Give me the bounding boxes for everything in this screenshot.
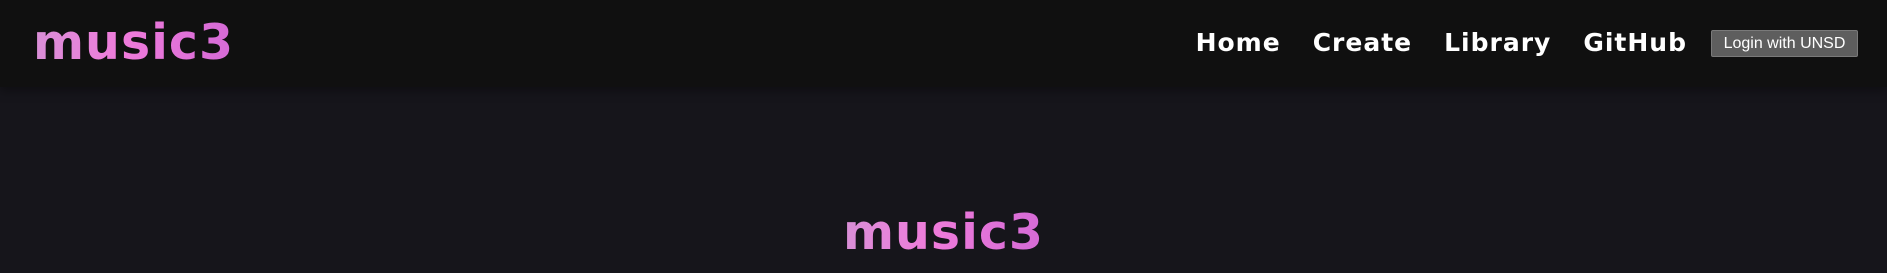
login-button[interactable]: Login with UNSD [1711, 30, 1858, 57]
site-logo[interactable]: music3 [33, 14, 234, 72]
nav-link-github[interactable]: GitHub [1583, 26, 1687, 60]
page-title-text: music3 [842, 203, 1045, 261]
nav-link-library[interactable]: Library [1444, 26, 1551, 60]
top-navbar: music3 Home Create Library GitHub Login … [0, 0, 1887, 87]
main-nav: Home Create Library GitHub [1196, 26, 1687, 60]
page-title: music3 [0, 203, 1887, 263]
nav-link-create[interactable]: Create [1313, 26, 1412, 60]
nav-link-home[interactable]: Home [1196, 26, 1281, 60]
